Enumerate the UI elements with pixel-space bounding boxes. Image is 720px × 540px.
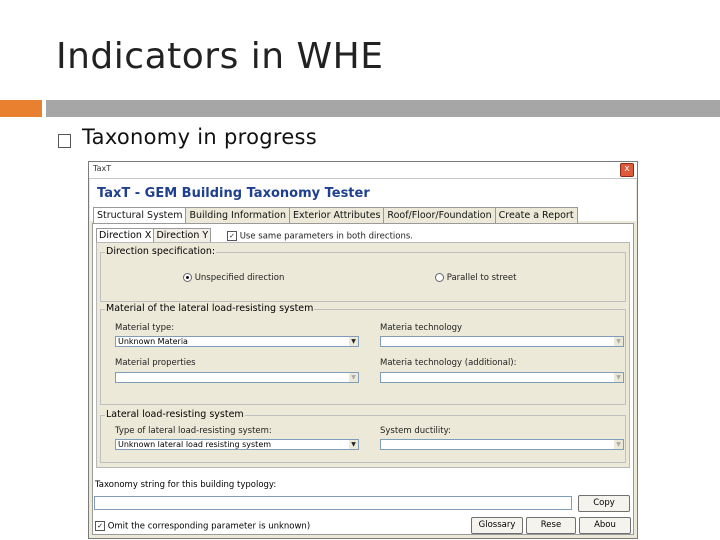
system-ductility-select[interactable]: ▼ (380, 439, 624, 450)
same-params-label: Use same parameters in both directions. (239, 231, 413, 242)
tab-direction-y[interactable]: Direction Y (153, 228, 212, 242)
material-group-label: Material of the lateral load-resisting s… (105, 303, 315, 314)
direction-x-panel: Direction specification: Unspecified dir… (96, 242, 630, 468)
copy-button[interactable]: Copy (578, 495, 630, 512)
taxonomy-string-field[interactable] (94, 496, 572, 510)
window-titlebar: TaxT x (89, 162, 637, 179)
unspecified-radio[interactable] (183, 273, 192, 282)
taxt-window: TaxT x TaxT - GEM Building Taxonomy Test… (88, 161, 638, 539)
glossary-button[interactable]: Glossary (471, 517, 523, 534)
material-type-label: Material type: (115, 323, 175, 333)
chevron-down-icon: ▼ (614, 440, 623, 449)
chevron-down-icon: ▼ (349, 337, 358, 346)
omit-option: ✓ Omit the corresponding parameter is un… (95, 521, 310, 532)
lateral-type-select[interactable]: Unknown lateral load resisting system ▼ (115, 439, 359, 450)
direction-spec-group: Direction specification: Unspecified dir… (100, 246, 626, 302)
lateral-type-label: Type of lateral load-resisting system: (115, 426, 272, 436)
app-title: TaxT - GEM Building Taxonomy Tester (97, 186, 370, 201)
material-technology-additional-select[interactable]: ▼ (380, 372, 624, 383)
material-technology-label: Materia technology (380, 323, 463, 333)
about-button[interactable]: Abou (579, 517, 631, 534)
lateral-group-label: Lateral load-resisting system (105, 409, 245, 420)
material-type-select[interactable]: Unknown Materia ▼ (115, 336, 359, 347)
parallel-street-option[interactable]: Parallel to street (435, 273, 516, 283)
lateral-group: Lateral load-resisting system Type of la… (100, 409, 626, 463)
main-tabs: Structural System Building Information E… (93, 207, 578, 224)
divider-bar (46, 100, 720, 117)
direction-tabs: Direction X Direction Y (96, 228, 212, 242)
material-properties-select[interactable]: ▼ (115, 372, 359, 383)
material-group: Material of the lateral load-resisting s… (100, 303, 626, 405)
chevron-down-icon: ▼ (614, 337, 623, 346)
same-params-checkbox[interactable]: ✓ (227, 231, 237, 241)
tab-direction-x[interactable]: Direction X (96, 228, 155, 242)
system-ductility-label: System ductility: (380, 426, 451, 436)
reset-button[interactable]: Rese (526, 517, 576, 534)
tab-roof-floor-foundation[interactable]: Roof/Floor/Foundation (383, 207, 496, 223)
same-params-option: ✓ Use same parameters in both directions… (227, 231, 413, 242)
chevron-down-icon: ▼ (349, 373, 358, 382)
omit-label: Omit the corresponding parameter is unkn… (107, 521, 311, 532)
tab-building-information[interactable]: Building Information (185, 207, 291, 223)
taxonomy-string-label: Taxonomy string for this building typolo… (95, 480, 277, 490)
slide-title: Indicators in WHE (56, 36, 384, 77)
omit-checkbox[interactable]: ✓ (95, 521, 105, 531)
chevron-down-icon: ▼ (614, 373, 623, 382)
close-icon[interactable]: x (620, 163, 634, 177)
parallel-radio[interactable] (435, 273, 444, 282)
accent-bar (0, 100, 42, 117)
direction-spec-label: Direction specification: (105, 246, 217, 257)
chevron-down-icon: ▼ (349, 440, 358, 449)
bullet-icon (58, 134, 71, 148)
lateral-type-value: Unknown lateral load resisting system (118, 440, 272, 449)
unspecified-direction-option[interactable]: Unspecified direction (183, 273, 284, 283)
parallel-label: Parallel to street (446, 273, 517, 283)
tab-create-report[interactable]: Create a Report (494, 207, 578, 223)
material-type-value: Unknown Materia (118, 337, 188, 346)
bullet-text: Taxonomy in progress (82, 125, 318, 149)
material-technology-select[interactable]: ▼ (380, 336, 624, 347)
material-technology-additional-label: Materia technology (additional): (380, 358, 517, 368)
tab-exterior-attributes[interactable]: Exterior Attributes (289, 207, 385, 223)
tab-structural-system[interactable]: Structural System (93, 207, 187, 224)
unspecified-label: Unspecified direction (194, 273, 285, 283)
window-title: TaxT (93, 164, 112, 173)
material-properties-label: Material properties (115, 358, 196, 368)
